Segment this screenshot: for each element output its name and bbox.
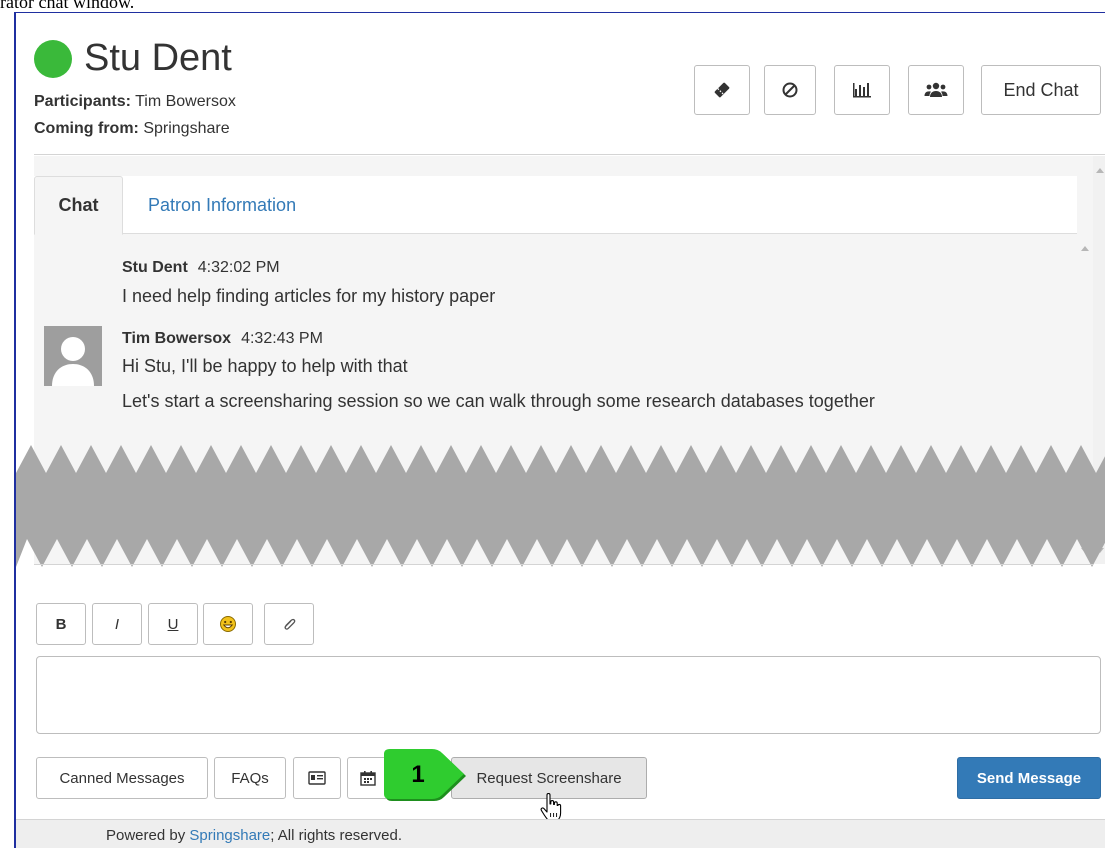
canned-messages-button[interactable]: Canned Messages (36, 757, 208, 799)
message-sender: Stu Dent (122, 259, 188, 276)
footer-prefix: Powered by (106, 827, 190, 844)
footer-suffix: ; All rights reserved. (270, 827, 402, 844)
transfer-button[interactable] (694, 65, 750, 115)
id-card-icon (308, 771, 326, 785)
footer: Powered by Springshare; All rights reser… (16, 819, 1105, 848)
status-indicator (34, 40, 72, 78)
users-icon (924, 82, 948, 97)
scroll-up-arrow-icon[interactable] (1081, 246, 1089, 251)
faqs-button[interactable]: FAQs (214, 757, 286, 799)
avatar (44, 326, 102, 386)
ban-icon (782, 82, 798, 98)
message-sender: Tim Bowersox (122, 330, 232, 347)
message-header: Stu Dent 4:32:02 PM (122, 259, 280, 277)
participants-line: Participants: Tim Bowersox (34, 93, 236, 111)
header-divider (34, 154, 1105, 155)
message-time: 4:32:02 PM (197, 259, 280, 276)
message-input[interactable] (36, 656, 1101, 734)
underline-button[interactable]: U (148, 603, 198, 645)
message-time: 4:32:43 PM (241, 330, 323, 347)
user-silhouette-icon (52, 337, 94, 386)
send-message-button[interactable]: Send Message (957, 757, 1101, 799)
step-callout-badge: 1 (384, 749, 466, 801)
tab-patron-information[interactable]: Patron Information (148, 176, 296, 234)
italic-button[interactable]: I (92, 603, 142, 645)
participants-value: Tim Bowersox (135, 93, 236, 110)
attach-file-button[interactable] (264, 603, 314, 645)
tab-chat[interactable]: Chat (34, 176, 123, 235)
step-number: 1 (411, 761, 424, 788)
tab-bar: Chat Patron Information (34, 176, 1077, 235)
panel-divider (34, 564, 1093, 565)
participants-label: Participants: (34, 93, 131, 110)
scroll-up-arrow-icon[interactable] (1096, 168, 1104, 173)
contact-card-button[interactable] (293, 757, 341, 799)
calendar-icon (360, 771, 376, 786)
end-chat-button[interactable]: End Chat (981, 65, 1101, 115)
springshare-link[interactable]: Springshare (189, 827, 270, 844)
patron-name: Stu Dent (84, 37, 232, 79)
coming-from-line: Coming from: Springshare (34, 120, 230, 138)
message-text: I need help finding articles for my hist… (122, 286, 496, 306)
bar-chart-icon (853, 83, 871, 98)
chat-window: Stu Dent Participants: Tim Bowersox Comi… (14, 12, 1105, 848)
smiley-icon (220, 616, 236, 632)
coming-from-label: Coming from: (34, 120, 139, 137)
stats-button[interactable] (834, 65, 890, 115)
message-header: Tim Bowersox 4:32:43 PM (122, 330, 323, 348)
torn-edge-cut (16, 445, 1105, 567)
block-button[interactable] (764, 65, 816, 115)
paperclip-icon (284, 618, 296, 630)
message-text: Let's start a screensharing session so w… (122, 391, 875, 411)
ticket-icon (714, 82, 730, 98)
emoji-button[interactable] (203, 603, 253, 645)
coming-from-value: Springshare (143, 120, 230, 137)
footer-text: Powered by Springshare; All rights reser… (106, 827, 402, 844)
participants-button[interactable] (908, 65, 964, 115)
message-text: Hi Stu, I'll be happy to help with that (122, 356, 408, 376)
bold-button[interactable]: B (36, 603, 86, 645)
